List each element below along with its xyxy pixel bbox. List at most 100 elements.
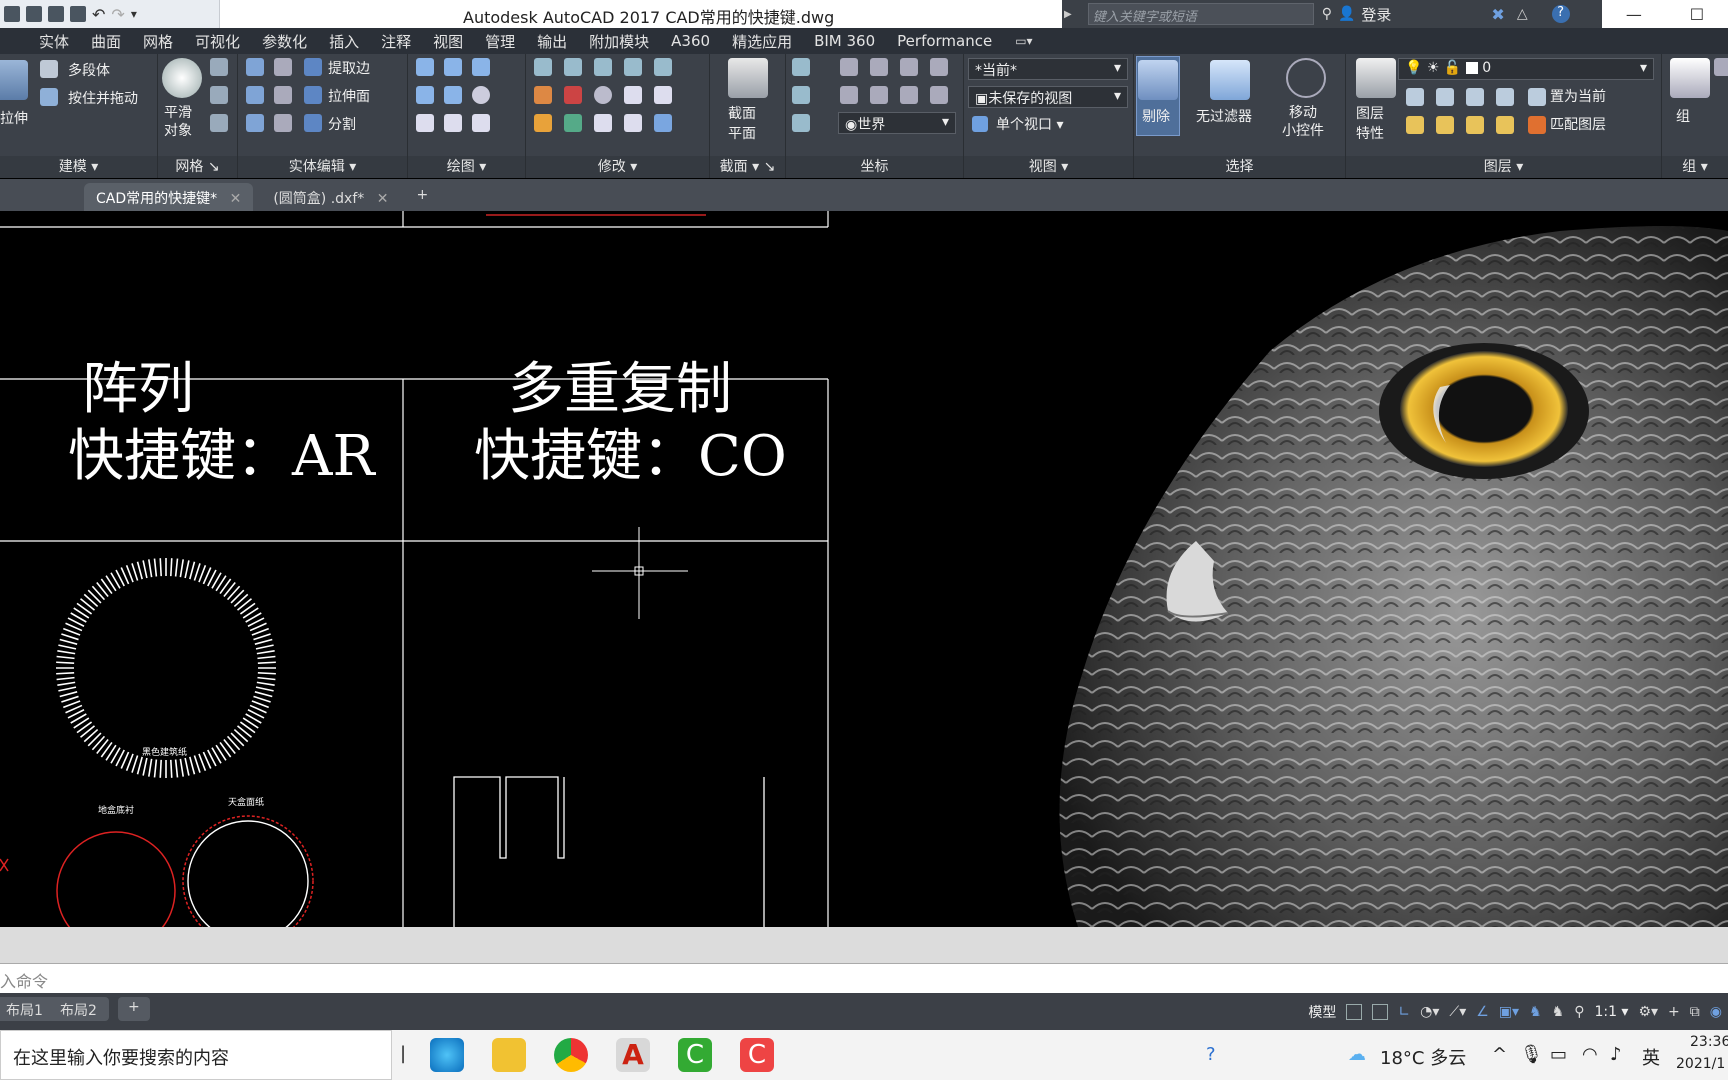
login-link[interactable]: 登录 bbox=[1361, 4, 1391, 25]
camtasia-green-icon[interactable]: C bbox=[678, 1038, 712, 1072]
layer-isolate-icon[interactable] bbox=[1436, 88, 1454, 106]
move-icon[interactable] bbox=[594, 58, 612, 76]
save-as-icon[interactable] bbox=[48, 6, 64, 22]
osnap-icon[interactable]: ⟋▾ bbox=[1449, 1004, 1466, 1020]
group-tool-icon[interactable] bbox=[1714, 58, 1728, 76]
section-plane-icon[interactable] bbox=[728, 58, 768, 98]
panel-layers-label[interactable]: 图层 ▾ bbox=[1346, 156, 1661, 178]
close-icon[interactable]: ✕ bbox=[230, 191, 242, 207]
array-icon[interactable] bbox=[654, 114, 672, 132]
redo-icon[interactable]: ↷ bbox=[111, 5, 124, 24]
layout-tab-2[interactable]: 布局2 bbox=[48, 997, 109, 1021]
doc-tab-dxf[interactable]: (圆筒盒) .dxf* ✕ bbox=[261, 183, 400, 211]
tab-solid[interactable]: 实体 bbox=[28, 31, 80, 52]
match-layer-button[interactable]: 匹配图层 bbox=[1550, 114, 1606, 134]
tab-visualize[interactable]: 可视化 bbox=[184, 31, 251, 52]
panel-selection-label[interactable]: 选择 bbox=[1134, 156, 1345, 178]
a360-icon[interactable]: △ bbox=[1517, 6, 1528, 22]
tray-expand-icon[interactable]: ^ bbox=[1492, 1044, 1507, 1065]
print-icon[interactable] bbox=[70, 6, 86, 22]
snap-icon[interactable] bbox=[1372, 1004, 1389, 1020]
new-tab-button[interactable]: + bbox=[408, 183, 436, 211]
ucs-world-icon[interactable] bbox=[870, 86, 888, 104]
taskbar-search-input[interactable]: 在这里输入你要搜索的内容 bbox=[0, 1030, 392, 1080]
extrude-icon[interactable] bbox=[0, 60, 28, 100]
close-icon[interactable]: ✕ bbox=[377, 191, 389, 207]
group-button[interactable]: 组 bbox=[1676, 106, 1690, 126]
battery-icon[interactable]: ▭ bbox=[1550, 1044, 1567, 1065]
user-icon[interactable]: 👤 bbox=[1338, 6, 1355, 22]
dynucs-icon[interactable]: ▣▾ bbox=[1499, 1004, 1519, 1020]
layer-properties-icon[interactable] bbox=[1356, 58, 1396, 98]
presspull-button[interactable]: 按住并拖动 bbox=[68, 88, 138, 108]
panel-view-label[interactable]: 视图 ▾ bbox=[964, 156, 1133, 178]
tab-mesh[interactable]: 网格 bbox=[132, 31, 184, 52]
polyline-icon[interactable] bbox=[416, 58, 434, 76]
workspace-gear-icon[interactable]: ⚙▾ bbox=[1638, 1004, 1658, 1020]
ucs-y-icon[interactable] bbox=[870, 58, 888, 76]
tab-bim360[interactable]: BIM 360 bbox=[803, 32, 886, 50]
intersect-icon[interactable] bbox=[246, 114, 264, 132]
thicken-icon[interactable] bbox=[274, 114, 292, 132]
visual-style-dropdown[interactable]: *当前* ▾ bbox=[968, 58, 1128, 80]
slice-icon[interactable] bbox=[274, 58, 292, 76]
mesh-tool-icon-2[interactable] bbox=[210, 86, 228, 104]
clock-time[interactable]: 23:36 bbox=[1690, 1034, 1728, 1050]
clock-date[interactable]: 2021/1 bbox=[1676, 1056, 1725, 1072]
move-gizmo-button[interactable]: 移动 小控件 bbox=[1282, 104, 1324, 140]
tab-addins[interactable]: 附加模块 bbox=[578, 31, 660, 52]
edge-icon[interactable] bbox=[430, 1038, 464, 1072]
ucs-icon[interactable] bbox=[792, 58, 810, 76]
stretch-icon[interactable] bbox=[624, 114, 642, 132]
binoculars-icon[interactable]: ⚲ bbox=[1322, 6, 1332, 22]
align-icon[interactable] bbox=[564, 58, 582, 76]
polar-icon[interactable]: ◔▾ bbox=[1420, 1004, 1439, 1020]
command-input[interactable]: 入命令 bbox=[0, 963, 1728, 993]
3d-rotate-icon[interactable] bbox=[564, 86, 582, 104]
panel-draw-label[interactable]: 绘图 ▾ bbox=[408, 156, 525, 178]
group-icon[interactable] bbox=[1670, 58, 1710, 98]
camtasia-red-icon[interactable]: C bbox=[740, 1038, 774, 1072]
line-icon[interactable] bbox=[444, 86, 462, 104]
ucs-view-icon[interactable] bbox=[792, 114, 810, 132]
ucs-world-dropdown[interactable]: ◉世界 ▾ bbox=[838, 112, 956, 134]
tab-annotate[interactable]: 注释 bbox=[370, 31, 422, 52]
move-gizmo-icon[interactable] bbox=[1286, 58, 1326, 98]
file-explorer-icon[interactable] bbox=[492, 1038, 526, 1072]
tab-performance[interactable]: Performance bbox=[886, 32, 1003, 50]
polygon-icon[interactable] bbox=[416, 114, 434, 132]
ime-indicator[interactable]: 英 bbox=[1642, 1044, 1660, 1070]
extrude-button[interactable]: 拉伸 bbox=[0, 108, 28, 128]
layer-properties-button[interactable]: 图层 特性 bbox=[1356, 104, 1384, 144]
ucs-x-icon[interactable] bbox=[840, 58, 858, 76]
tab-manage[interactable]: 管理 bbox=[474, 31, 526, 52]
drawing-area[interactable]: 阵列 快捷键：AR 多重复制 快捷键：CO 黑色建筑纸 地盒底衬 天盒面纸 bbox=[0, 211, 1728, 927]
isolate-objects-icon[interactable]: ⧉ bbox=[1690, 1004, 1700, 1020]
named-view-dropdown[interactable]: ▣未保存的视图 ▾ bbox=[968, 86, 1128, 108]
keyword-search-input[interactable]: 键入关键字或短语 bbox=[1087, 3, 1314, 25]
panel-modify-label[interactable]: 修改 ▾ bbox=[526, 156, 709, 178]
panel-section-label[interactable]: 截面 ▾ ↘ bbox=[710, 156, 785, 178]
panel-coordinates-label[interactable]: 坐标 bbox=[786, 156, 963, 178]
help-icon[interactable]: ? bbox=[1551, 5, 1570, 23]
otrack-icon[interactable]: ∠ bbox=[1476, 1004, 1489, 1020]
qat-menu-icon[interactable]: ▾ bbox=[131, 7, 137, 21]
ucs-named-icon[interactable] bbox=[930, 58, 948, 76]
fillet-icon[interactable] bbox=[534, 86, 552, 104]
ribbon-toggle-icon[interactable]: ▭▾ bbox=[1015, 34, 1032, 48]
layer-off-icon[interactable] bbox=[1406, 88, 1424, 106]
arc-icon[interactable] bbox=[472, 58, 490, 76]
layer-thaw-icon[interactable] bbox=[1466, 116, 1484, 134]
section-plane-button[interactable]: 截面 平面 bbox=[728, 104, 756, 144]
layer-on-icon[interactable] bbox=[1406, 116, 1424, 134]
annotation-scale-icon[interactable]: ⚲ bbox=[1574, 1004, 1584, 1020]
ortho-icon[interactable]: ∟ bbox=[1398, 1004, 1410, 1020]
erase-icon[interactable] bbox=[534, 114, 552, 132]
layer-unisolate-icon[interactable] bbox=[1436, 116, 1454, 134]
wifi-icon[interactable]: ◠ bbox=[1582, 1044, 1598, 1065]
auto-scale-icon[interactable]: ♞ bbox=[1552, 1004, 1565, 1020]
mirror-icon[interactable] bbox=[624, 86, 642, 104]
annotation-visibility-icon[interactable]: ♞ bbox=[1529, 1004, 1542, 1020]
minimize-button[interactable]: — bbox=[1626, 5, 1642, 24]
single-viewport-button[interactable]: 单个视口 ▾ bbox=[996, 114, 1063, 134]
